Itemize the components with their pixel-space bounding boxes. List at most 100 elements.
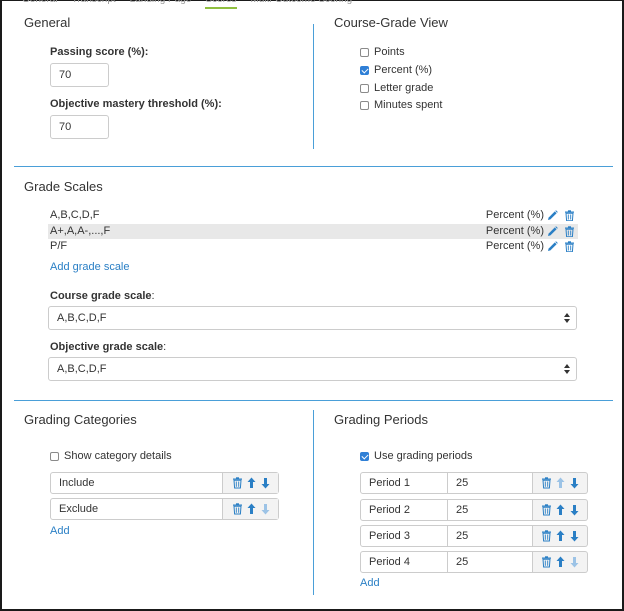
period-name-input[interactable]: Period 4 xyxy=(360,551,448,573)
pencil-icon[interactable] xyxy=(547,210,558,221)
option-percent-label: Percent (%) xyxy=(374,64,433,76)
mastery-threshold-input[interactable]: 70 xyxy=(50,115,109,139)
period-name-input[interactable]: Period 1 xyxy=(360,472,448,494)
tab-general[interactable]: General xyxy=(22,0,58,9)
option-letter-grade-label: Letter grade xyxy=(374,82,434,94)
trash-icon[interactable] xyxy=(541,556,552,568)
course-grade-scale-value: A,B,C,D,F xyxy=(57,312,107,324)
arrow-down-icon[interactable] xyxy=(570,477,579,489)
tab-bar: General Transcript Landing Page Scores M… xyxy=(22,0,352,9)
period-weight-input[interactable]: 25 xyxy=(448,525,533,547)
points-checkbox[interactable] xyxy=(360,47,369,57)
category-controls xyxy=(222,473,278,493)
option-points[interactable]: Points xyxy=(360,46,405,58)
period-controls xyxy=(533,472,588,494)
objective-grade-scale-label-text: Objective grade scale xyxy=(50,341,164,353)
objective-grade-scale-colon: : xyxy=(163,341,167,353)
period-weight-input[interactable]: 25 xyxy=(448,499,533,521)
grade-scale-row[interactable]: P/F Percent (%) xyxy=(48,239,578,254)
pencil-icon[interactable] xyxy=(547,226,558,237)
grade-scale-row[interactable]: A+,A,A-,...,F Percent (%) xyxy=(48,224,578,239)
tab-multi-outcome-scoring[interactable]: Multi-Outcome Scoring xyxy=(251,0,353,9)
arrow-down-icon[interactable] xyxy=(261,477,270,489)
use-grading-periods-label: Use grading periods xyxy=(374,450,473,462)
grade-scale-row[interactable]: A,B,C,D,F Percent (%) xyxy=(48,208,578,223)
category-controls xyxy=(222,499,278,519)
trash-icon[interactable] xyxy=(564,210,575,221)
trash-icon[interactable] xyxy=(541,530,552,542)
grade-scale-type: Percent (%) xyxy=(485,209,544,221)
category-row[interactable]: Exclude xyxy=(50,498,279,520)
option-minutes-spent-label: Minutes spent xyxy=(374,99,443,111)
tab-landing-page[interactable]: Landing Page xyxy=(130,0,192,9)
option-percent[interactable]: Percent (%) xyxy=(360,64,432,76)
grade-scale-name: P/F xyxy=(50,240,68,252)
show-category-details-option[interactable]: Show category details xyxy=(50,450,172,462)
grade-scales-title: Grade Scales xyxy=(24,179,103,194)
arrow-down-icon[interactable] xyxy=(261,503,270,515)
use-grading-periods-checkbox[interactable] xyxy=(360,451,369,461)
arrow-up-icon[interactable] xyxy=(556,556,565,568)
option-letter-grade[interactable]: Letter grade xyxy=(360,82,433,94)
select-arrows-icon xyxy=(564,312,570,324)
show-category-details-label: Show category details xyxy=(64,450,172,462)
arrow-up-icon[interactable] xyxy=(556,477,565,489)
add-grade-scale-link[interactable]: Add grade scale xyxy=(50,261,130,273)
tab-transcript[interactable]: Transcript xyxy=(72,0,116,9)
course-grade-scale-select[interactable]: A,B,C,D,F xyxy=(48,306,577,330)
trash-icon[interactable] xyxy=(541,504,552,516)
horizontal-divider-1 xyxy=(14,166,613,167)
horizontal-divider-2 xyxy=(14,400,613,401)
arrow-up-icon[interactable] xyxy=(556,530,565,542)
arrow-up-icon[interactable] xyxy=(247,503,256,515)
grade-scale-name: A,B,C,D,F xyxy=(50,209,100,221)
select-arrows-icon xyxy=(564,363,570,375)
course-grade-scale-label-text: Course grade scale xyxy=(50,290,152,302)
passing-score-label: Passing score (%): xyxy=(50,46,149,58)
objective-grade-scale-value: A,B,C,D,F xyxy=(57,363,107,375)
grade-scale-type: Percent (%) xyxy=(485,225,544,237)
arrow-up-icon[interactable] xyxy=(247,477,256,489)
objective-grade-scale-select[interactable]: A,B,C,D,F xyxy=(48,357,577,381)
trash-icon[interactable] xyxy=(232,503,243,515)
period-controls xyxy=(533,525,588,547)
period-name-input[interactable]: Period 2 xyxy=(360,499,448,521)
minutes-spent-checkbox[interactable] xyxy=(360,100,369,110)
trash-icon[interactable] xyxy=(564,241,575,252)
period-weight-input[interactable]: 25 xyxy=(448,472,533,494)
option-minutes-spent[interactable]: Minutes spent xyxy=(360,99,442,111)
grading-categories-title: Grading Categories xyxy=(24,412,137,427)
general-title: General xyxy=(24,15,71,30)
period-name-input[interactable]: Period 3 xyxy=(360,525,448,547)
add-category-link[interactable]: Add xyxy=(50,525,70,537)
category-name: Include xyxy=(59,477,95,489)
trash-icon[interactable] xyxy=(232,477,243,489)
category-row[interactable]: Include xyxy=(50,472,279,494)
show-category-details-checkbox[interactable] xyxy=(50,451,59,461)
objective-grade-scale-label: Objective grade scale: xyxy=(50,341,166,353)
vertical-divider-bottom xyxy=(313,410,314,595)
period-controls xyxy=(533,499,588,521)
course-grade-scale-colon: : xyxy=(151,290,155,302)
course-grade-scale-label: Course grade scale: xyxy=(50,290,155,302)
use-grading-periods-option[interactable]: Use grading periods xyxy=(360,450,472,462)
percent-checkbox[interactable] xyxy=(360,65,369,75)
arrow-down-icon[interactable] xyxy=(570,504,579,516)
mastery-threshold-label: Objective mastery threshold (%): xyxy=(50,98,222,110)
pencil-icon[interactable] xyxy=(547,241,558,252)
grading-periods-title: Grading Periods xyxy=(334,412,428,427)
course-grade-view-title: Course-Grade View xyxy=(334,15,448,30)
trash-icon[interactable] xyxy=(541,477,552,489)
letter-grade-checkbox[interactable] xyxy=(360,83,369,93)
grade-scale-type: Percent (%) xyxy=(485,240,544,252)
tab-scores[interactable]: Scores xyxy=(205,0,237,9)
arrow-up-icon[interactable] xyxy=(556,504,565,516)
trash-icon[interactable] xyxy=(564,226,575,237)
option-points-label: Points xyxy=(374,46,405,58)
vertical-divider-top xyxy=(313,24,314,149)
add-period-link[interactable]: Add xyxy=(360,577,380,589)
passing-score-input[interactable]: 70 xyxy=(50,63,109,87)
arrow-down-icon[interactable] xyxy=(570,556,579,568)
period-weight-input[interactable]: 25 xyxy=(448,551,533,573)
arrow-down-icon[interactable] xyxy=(570,530,579,542)
